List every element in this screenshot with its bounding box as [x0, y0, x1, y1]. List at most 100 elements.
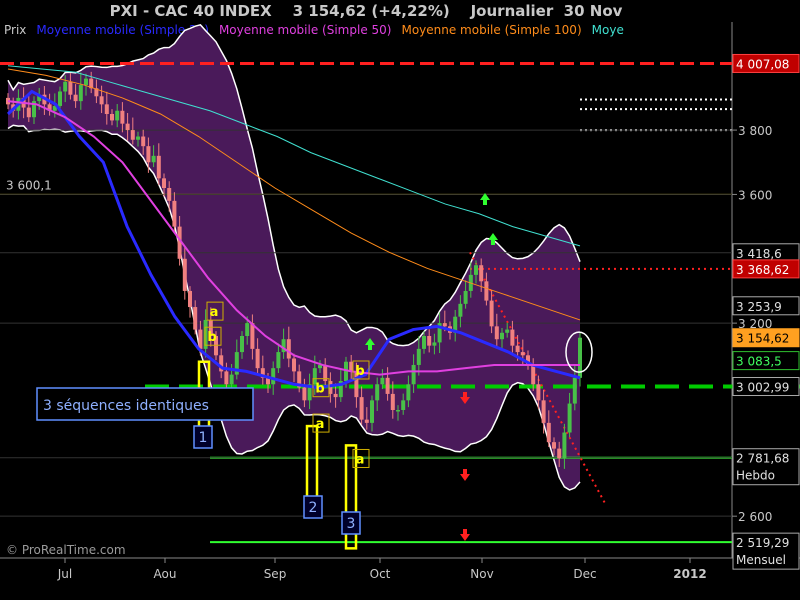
candle-body — [494, 326, 499, 340]
x-tick-label: Oct — [370, 567, 391, 581]
candle-body — [520, 352, 525, 356]
candle-body — [505, 329, 510, 333]
candle-body — [167, 188, 172, 201]
y-tick-label: 3 800 — [738, 124, 772, 138]
candle-body — [557, 448, 562, 459]
candle-body — [156, 155, 161, 179]
candle-body — [364, 419, 369, 423]
candle-body — [198, 329, 203, 349]
x-tick-label: Jul — [57, 567, 72, 581]
chart-window: { "title": "PXI - CAC 40 INDEX 3 154,62 … — [0, 0, 800, 600]
pattern-letter: b — [207, 330, 216, 345]
down-arrow-icon — [460, 469, 470, 481]
candle-body — [292, 358, 296, 372]
candle-body — [120, 110, 125, 124]
candle-body — [370, 400, 374, 423]
y-tick-label: 2 600 — [738, 510, 772, 524]
price-chart[interactable]: ababab1233 séquences identiques3 600,13 … — [0, 0, 800, 600]
candle-body — [162, 178, 166, 188]
candle-body — [442, 323, 447, 327]
candle-body — [567, 403, 572, 433]
candle-body — [422, 336, 426, 349]
candle-body — [375, 384, 380, 401]
candle-body — [286, 339, 291, 359]
candle-body — [99, 96, 104, 105]
candle-body — [479, 265, 484, 282]
candle-body — [26, 107, 31, 118]
price-label: 3 368,62 — [736, 263, 789, 277]
candle-body — [406, 384, 411, 401]
candle-body — [136, 136, 140, 140]
candle-body — [146, 146, 151, 163]
candle-body — [115, 110, 120, 121]
price-label: 2 781,68 — [736, 452, 789, 466]
candle-body — [411, 364, 416, 385]
candle-body — [546, 422, 551, 443]
y-tick-label: 3 600 — [738, 188, 772, 202]
candle-body — [474, 265, 478, 275]
candle-body — [531, 364, 536, 385]
candle-body — [510, 329, 515, 346]
candle-body — [458, 303, 463, 317]
price-label: 3 002,99 — [736, 381, 789, 395]
candle-body — [333, 393, 338, 398]
left-level-label: 3 600,1 — [6, 178, 52, 192]
candle-body — [541, 400, 546, 423]
candle-body — [229, 374, 234, 385]
price-label: 3 154,62 — [736, 332, 789, 346]
candle-body — [390, 393, 395, 410]
candle-body — [276, 352, 281, 369]
candle-body — [250, 323, 255, 349]
candle-body — [193, 307, 198, 330]
candle-body — [58, 91, 62, 106]
candle-body — [515, 345, 520, 353]
candle-body — [416, 348, 421, 365]
sequence-number: 1 — [199, 430, 208, 446]
pattern-letter: a — [356, 452, 365, 467]
x-tick-label: Aou — [154, 567, 177, 581]
candle-body — [110, 114, 114, 121]
down-arrow-icon — [460, 529, 470, 541]
price-label: 3 083,5 — [736, 355, 782, 369]
candle-body — [224, 371, 229, 385]
candle-body — [572, 377, 577, 404]
candle-body — [302, 387, 307, 401]
candle-body — [401, 400, 406, 410]
candle-body — [78, 85, 83, 102]
candle-body — [271, 368, 276, 385]
candle-body — [68, 81, 73, 95]
pattern-letter: b — [315, 382, 324, 397]
x-tick-label: Dec — [573, 567, 596, 581]
price-label: 4 007,08 — [736, 57, 789, 71]
x-tick-label: Nov — [470, 567, 493, 581]
candle-body — [245, 323, 250, 336]
pattern-letter: a — [316, 417, 325, 432]
x-tick-label: Sep — [264, 567, 287, 581]
candle-body — [104, 104, 109, 114]
candle-body — [255, 348, 260, 369]
pattern-label: 3 séquences identiques — [43, 398, 209, 414]
watermark: © ProRealTime.com — [6, 543, 126, 557]
price-label: 3 253,9 — [736, 300, 782, 314]
price-label-sub: Mensuel — [736, 553, 786, 567]
pattern-letter: a — [210, 305, 219, 320]
candle-body — [396, 410, 400, 412]
candle-body — [463, 290, 468, 304]
sequence-number: 2 — [309, 500, 318, 516]
candle-body — [141, 136, 146, 147]
candle-body — [188, 290, 192, 308]
candle-body — [536, 384, 541, 401]
candle-body — [552, 442, 556, 449]
price-label: 3 418,6 — [736, 247, 782, 261]
candle-body — [427, 336, 432, 346]
candle-body — [182, 258, 187, 291]
candle-body — [484, 281, 489, 301]
candle-body — [489, 300, 494, 327]
candle-body — [172, 200, 177, 227]
candle-body — [151, 155, 156, 163]
pattern-letter: b — [355, 364, 364, 379]
candle-body — [63, 81, 68, 92]
candle-body — [130, 130, 135, 140]
candle-body — [73, 94, 78, 102]
candle-body — [84, 78, 88, 86]
